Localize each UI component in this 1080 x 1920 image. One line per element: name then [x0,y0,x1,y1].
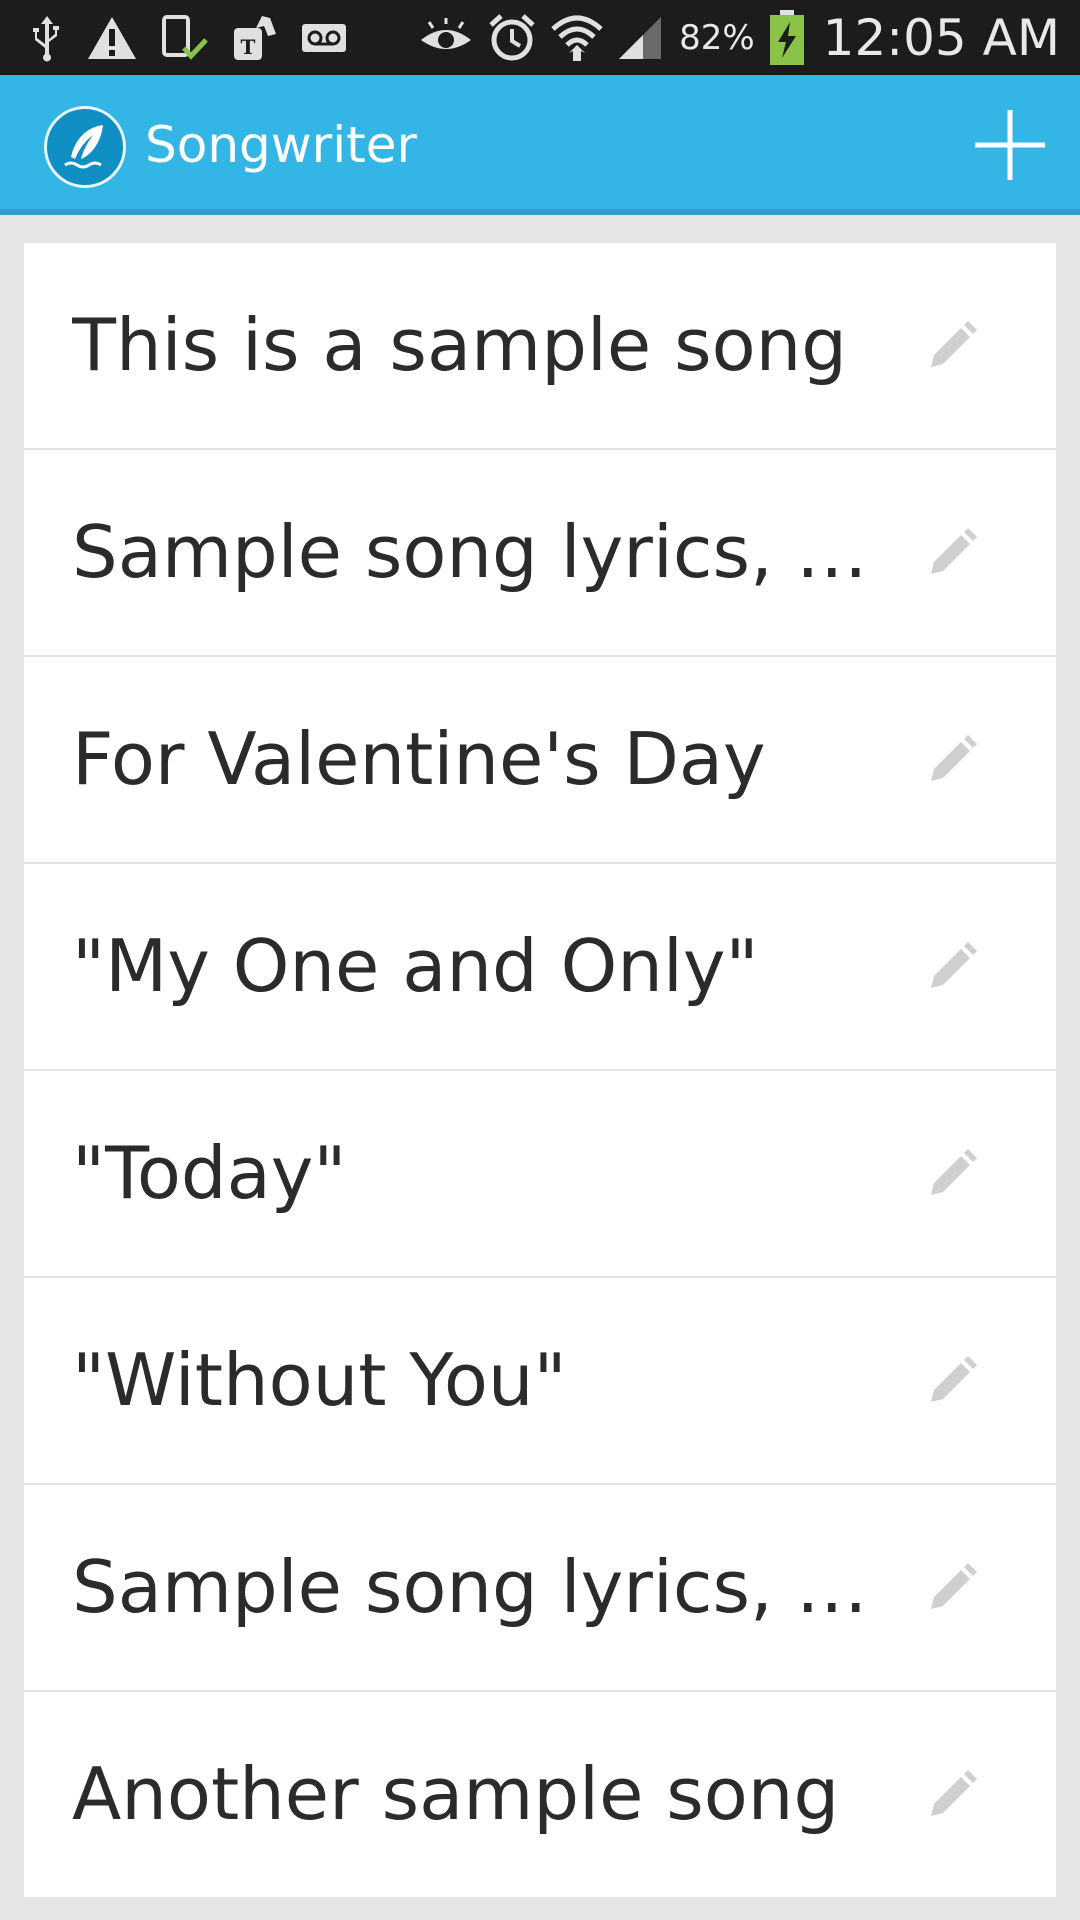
pencil-edit-icon[interactable] [924,1560,980,1616]
battery-charging-icon [769,9,805,66]
action-bar: Songwriter [0,75,1080,215]
quill-logo-icon[interactable] [44,106,126,188]
pencil-edit-icon[interactable] [924,1353,980,1409]
song-title: This is a sample song [72,303,847,387]
warning-icon [86,15,138,61]
pencil-edit-icon[interactable] [924,732,980,788]
clock: 12:05 AM [822,8,1060,67]
song-list-item[interactable]: "Without You" [24,1278,1056,1485]
usb-icon [30,14,64,62]
svg-text:T: T [241,35,256,59]
song-title: Another sample song [72,1752,840,1836]
pencil-edit-icon[interactable] [924,525,980,581]
song-list: This is a sample song Sample song lyrics… [24,243,1056,1897]
battery-percent: 82% [679,17,755,58]
device-check-icon [160,14,210,62]
plus-icon [975,110,1045,180]
pencil-edit-icon[interactable] [924,939,980,995]
song-list-item[interactable]: "My One and Only" [24,864,1056,1071]
song-title: "My One and Only" [72,924,759,1008]
song-list-item[interactable]: Sample song lyrics, n... [24,1485,1056,1692]
song-list-item[interactable]: "Today" [24,1071,1056,1278]
status-icons-left: T [30,0,348,75]
app-title: Songwriter [145,116,418,174]
song-title: "Without You" [72,1338,567,1422]
eye-icon [419,17,473,58]
song-title: Sample song lyrics, n... [72,1545,902,1629]
wifi-icon [551,13,603,63]
pencil-edit-icon[interactable] [924,1767,980,1823]
pencil-edit-icon[interactable] [924,318,980,374]
song-list-item[interactable]: For Valentine's Day [24,657,1056,864]
status-icons-right: 82% 12:05 AM [419,0,1060,75]
add-song-button[interactable] [960,95,1060,195]
song-list-item[interactable]: Another sample song [24,1692,1056,1897]
pencil-edit-icon[interactable] [924,1146,980,1202]
signal-icon [617,15,665,61]
song-list-item[interactable]: Sample song lyrics, n... [24,450,1056,657]
status-bar: T 82% 12:05 AM [0,0,1080,75]
alarm-icon [487,13,537,63]
song-list-item[interactable]: This is a sample song [24,243,1056,450]
song-title: Sample song lyrics, n... [72,510,902,594]
song-title: For Valentine's Day [72,717,766,801]
tmobile-icon: T [232,14,278,62]
voicemail-icon [300,22,348,54]
song-title: "Today" [72,1131,347,1215]
